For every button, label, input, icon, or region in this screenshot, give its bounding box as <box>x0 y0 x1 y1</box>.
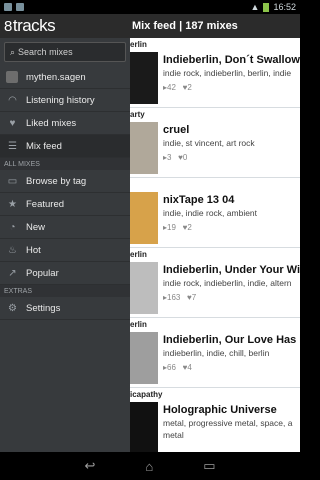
nav-label: Settings <box>26 302 61 314</box>
navigation-drawer: 8 tracks ⌕ Search mixes mythen.sagen ◠ L… <box>0 14 130 452</box>
mix-item[interactable]: erlin Indieberlin, Don´t Swallow Th indi… <box>130 38 300 108</box>
search-input[interactable]: ⌕ Search mixes <box>4 42 126 62</box>
back-icon[interactable]: ↩ <box>84 458 95 474</box>
nav-label: Popular <box>26 267 59 279</box>
flame-icon: ♨ <box>8 244 17 256</box>
mix-item[interactable]: erlin Indieberlin, Our Love Has No indie… <box>130 318 300 388</box>
star-icon: ★ <box>8 198 17 210</box>
trend-icon: ↗ <box>8 267 17 279</box>
mix-item[interactable]: erlin Indieberlin, Under Your Wing indie… <box>130 248 300 318</box>
home-icon[interactable]: ⌂ <box>145 459 153 474</box>
nav-item-liked-mixes[interactable]: ♥ Liked mixes <box>0 112 130 135</box>
headphones-icon: ◠ <box>8 94 17 106</box>
mix-curator: icapathy <box>130 390 163 399</box>
clock-icon: ◔ <box>9 221 16 233</box>
mix-cover[interactable] <box>130 52 158 104</box>
gear-icon: ⚙ <box>8 302 17 314</box>
mix-title[interactable]: Indieberlin, Don´t Swallow Th <box>163 54 300 66</box>
battery-icon <box>263 2 270 12</box>
mix-title[interactable]: cruel <box>163 124 300 136</box>
nav-item-new[interactable]: ◔ New <box>0 216 130 239</box>
user-name: mythen.sagen <box>26 71 86 83</box>
mix-list[interactable]: erlin Indieberlin, Don´t Swallow Th indi… <box>130 38 300 452</box>
mix-cover[interactable] <box>130 122 158 174</box>
nav-label: Mix feed <box>26 140 62 152</box>
app-logo[interactable]: 8 tracks <box>0 14 130 38</box>
mix-stats: ▸19 ♥2 <box>163 223 192 232</box>
nav-label: Featured <box>26 198 65 210</box>
nav-item-profile[interactable]: mythen.sagen <box>0 66 130 89</box>
mix-stats: ▸3 ♥0 <box>163 153 188 162</box>
wifi-icon: ▲ <box>250 2 260 12</box>
notification-icon <box>4 3 12 11</box>
nav-item-settings[interactable]: ⚙ Settings <box>0 297 130 320</box>
app-screen: ▲ 16:52 Mix feed | 187 mixes erlin Indie… <box>0 0 300 480</box>
nav-item-mix-feed[interactable]: ☰ Mix feed <box>0 135 130 158</box>
nav-label: New <box>26 221 46 233</box>
nav-label: Hot <box>26 244 41 256</box>
mix-title[interactable]: Indieberlin, Our Love Has No <box>163 334 300 346</box>
mix-curator: erlin <box>130 250 147 259</box>
mix-tags: indie, indie rock, ambient <box>163 208 258 218</box>
mix-curator: erlin <box>130 40 147 49</box>
section-extras: EXTRAS <box>0 285 130 297</box>
section-all-mixes: ALL MIXES <box>0 158 130 170</box>
mix-tags: indieberlin, indie, chill, berlin <box>163 348 270 358</box>
recents-icon[interactable]: ▭ <box>203 458 215 474</box>
mix-curator: arty <box>130 110 145 119</box>
mix-title[interactable]: Indieberlin, Under Your Wing <box>163 264 300 276</box>
mix-stats: ▸42 ♥2 <box>163 83 192 92</box>
mix-feed-panel: Mix feed | 187 mixes erlin Indieberlin, … <box>130 14 300 452</box>
nav-label: Browse by tag <box>26 175 87 187</box>
mix-cover[interactable] <box>130 262 158 314</box>
search-placeholder: Search mixes <box>18 47 73 57</box>
nav-item-featured[interactable]: ★ Featured <box>0 193 130 216</box>
mix-tags: indie, st vincent, art rock <box>163 138 255 148</box>
mix-item[interactable]: arty cruel indie, st vincent, art rock ▸… <box>130 108 300 178</box>
search-icon: ⌕ <box>10 46 16 57</box>
nav-item-listening-history[interactable]: ◠ Listening history <box>0 89 130 112</box>
mix-cover[interactable] <box>130 402 158 452</box>
logo-mark: 8 <box>4 17 12 35</box>
heart-icon: ♥ <box>9 117 16 129</box>
nav-item-browse-by-tag[interactable]: ▭ Browse by tag <box>0 170 130 193</box>
mix-item[interactable]: nixTape 13 04 indie, indie rock, ambient… <box>130 178 300 248</box>
tag-icon: ▭ <box>7 175 18 187</box>
status-time: 16:52 <box>273 2 296 12</box>
nav-label: Listening history <box>26 94 95 106</box>
list-icon: ☰ <box>8 140 17 152</box>
mix-cover[interactable] <box>130 332 158 384</box>
status-bar: ▲ 16:52 <box>0 0 300 14</box>
logo-text: tracks <box>12 16 56 35</box>
notification-icon <box>16 3 24 11</box>
mix-stats: ▸66 ♥4 <box>163 363 192 372</box>
mix-tags: metal, progressive metal, space, a <box>163 418 293 428</box>
system-nav-bar: ↩ ⌂ ▭ <box>0 452 300 480</box>
mix-item[interactable]: icapathy Holographic Universe metal, pro… <box>130 388 300 452</box>
mix-tags: indie rock, indieberlin, berlin, indie <box>163 68 292 78</box>
page-title: Mix feed | 187 mixes <box>130 14 300 38</box>
avatar <box>6 71 18 83</box>
nav-item-popular[interactable]: ↗ Popular <box>0 262 130 285</box>
mix-stats: ▸163 ♥7 <box>163 293 197 302</box>
mix-tags-cont: metal <box>163 430 184 440</box>
mix-title[interactable]: Holographic Universe <box>163 404 300 416</box>
mix-tags: indie rock, indieberlin, indie, altern <box>163 278 292 288</box>
mix-cover[interactable] <box>130 192 158 244</box>
nav-item-hot[interactable]: ♨ Hot <box>0 239 130 262</box>
mix-curator: erlin <box>130 320 147 329</box>
mix-title[interactable]: nixTape 13 04 <box>163 194 300 206</box>
nav-label: Liked mixes <box>26 117 77 129</box>
